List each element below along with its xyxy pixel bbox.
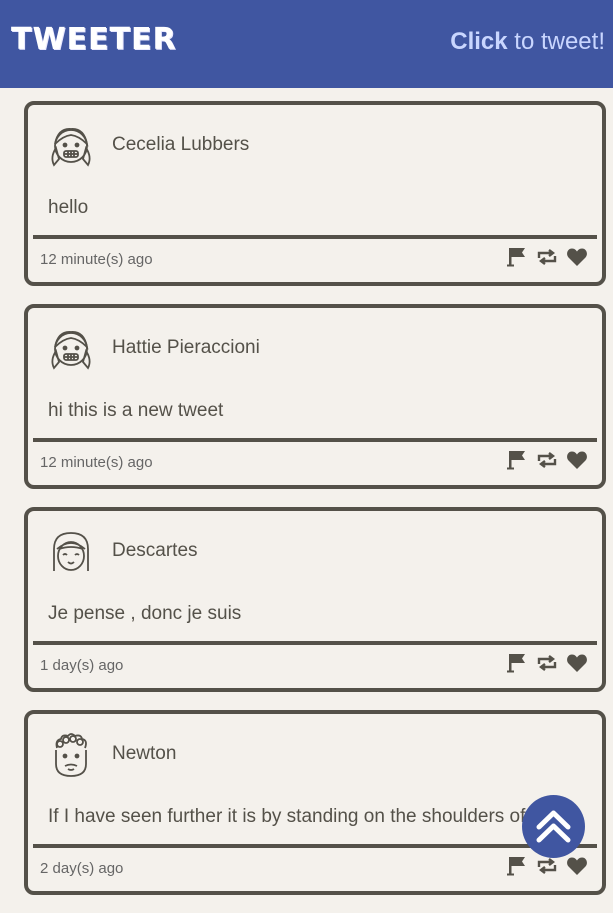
tweet-actions (506, 855, 588, 877)
retweet-icon[interactable] (536, 855, 558, 877)
tweet-card: Cecelia Lubbers hello 12 minute(s) ago (24, 101, 606, 286)
tweet-author: Newton (112, 743, 177, 764)
heart-icon[interactable] (566, 652, 588, 674)
tweet-timestamp: 2 day(s) ago (40, 860, 124, 877)
top-nav: TWEETER Click to tweet! (0, 0, 613, 88)
heart-icon[interactable] (566, 246, 588, 268)
tweet-timestamp: 12 minute(s) ago (40, 251, 153, 268)
heart-icon[interactable] (566, 855, 588, 877)
flag-icon[interactable] (506, 855, 528, 877)
divider (33, 438, 597, 442)
tweet-actions (506, 246, 588, 268)
tweet-card: Descartes Je pense , donc je suis 1 day(… (24, 507, 606, 692)
flag-icon[interactable] (506, 449, 528, 471)
divider (33, 844, 597, 848)
tweet-author: Descartes (112, 540, 198, 561)
compose-tweet-toggle[interactable]: Click to tweet! (450, 28, 605, 56)
scroll-to-top-button[interactable] (522, 795, 585, 858)
tweet-actions (506, 652, 588, 674)
tweet-timestamp: 1 day(s) ago (40, 657, 124, 674)
divider (33, 641, 597, 645)
tweet-author: Cecelia Lubbers (112, 134, 250, 155)
curly-hair-avatar-icon (46, 730, 96, 780)
tweet-content: hi this is a new tweet (48, 400, 224, 421)
retweet-icon[interactable] (536, 246, 558, 268)
girl-bangs-avatar-icon (46, 527, 96, 577)
tweet-content: If I have seen further it is by standing… (48, 806, 582, 827)
tweet-author: Hattie Pieraccioni (112, 337, 260, 358)
girl-braces-avatar-icon (46, 324, 96, 374)
compose-strong: Click (450, 28, 508, 55)
tweet-feed: Cecelia Lubbers hello 12 minute(s) ago H… (24, 101, 606, 913)
double-chevron-up-icon (536, 810, 571, 843)
tweet-content: hello (48, 197, 89, 218)
girl-braces-avatar-icon (46, 121, 96, 171)
tweet-actions (506, 449, 588, 471)
flag-icon[interactable] (506, 246, 528, 268)
tweet-card: Hattie Pieraccioni hi this is a new twee… (24, 304, 606, 489)
retweet-icon[interactable] (536, 449, 558, 471)
flag-icon[interactable] (506, 652, 528, 674)
heart-icon[interactable] (566, 449, 588, 471)
compose-text: to tweet! (507, 28, 605, 55)
divider (33, 235, 597, 239)
tweet-timestamp: 12 minute(s) ago (40, 454, 153, 471)
tweet-card: Newton If I have seen further it is by s… (24, 710, 606, 895)
retweet-icon[interactable] (536, 652, 558, 674)
tweet-content: Je pense , donc je suis (48, 603, 242, 624)
logo: TWEETER (11, 22, 177, 57)
